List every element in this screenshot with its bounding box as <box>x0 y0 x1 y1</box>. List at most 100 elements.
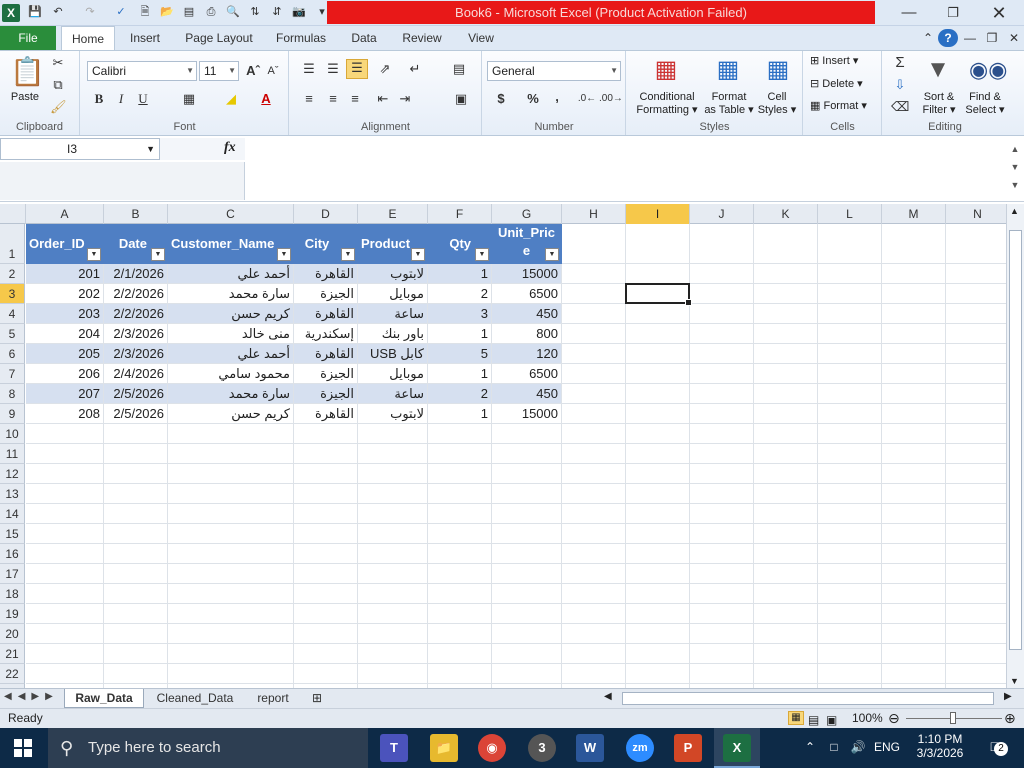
cell[interactable] <box>492 624 562 644</box>
table-cell[interactable]: لابتوب <box>358 404 428 424</box>
grow-font-icon[interactable]: Aˆ <box>245 63 261 79</box>
shrink-font-icon[interactable]: Aˇ <box>265 63 281 79</box>
cell[interactable] <box>104 424 168 444</box>
cell[interactable] <box>26 604 104 624</box>
column-header-g[interactable]: G <box>492 204 562 224</box>
cell[interactable] <box>168 644 294 664</box>
table-cell[interactable]: 15000 <box>492 264 562 284</box>
table-cell[interactable]: لابتوب <box>358 264 428 284</box>
cell[interactable] <box>562 584 626 604</box>
redo-icon[interactable]: ↷ <box>82 4 98 20</box>
row-header-10[interactable]: 10 <box>0 424 25 444</box>
table-cell[interactable]: القاهرة <box>294 264 358 284</box>
cell[interactable] <box>882 504 946 524</box>
cell[interactable] <box>626 384 690 404</box>
cell[interactable] <box>358 664 428 684</box>
cell[interactable] <box>818 604 882 624</box>
cell[interactable] <box>104 644 168 664</box>
delete-cells-button[interactable]: ⊟ Delete ▾ <box>810 78 878 91</box>
cell[interactable] <box>690 564 754 584</box>
filter-dropdown-icon[interactable]: ▼ <box>277 248 291 261</box>
cell[interactable] <box>690 344 754 364</box>
cell[interactable] <box>946 484 1006 504</box>
table-cell[interactable]: محمود سامي <box>168 364 294 384</box>
table-cell[interactable]: الجيزة <box>294 284 358 304</box>
wrap-icon[interactable]: ▤ <box>450 61 468 77</box>
cell[interactable] <box>754 544 818 564</box>
binoculars-icon[interactable]: ◉◉ <box>969 55 1007 85</box>
cell[interactable] <box>882 324 946 344</box>
table-cell[interactable]: موبايل <box>358 364 428 384</box>
cell[interactable] <box>818 544 882 564</box>
cell[interactable] <box>626 444 690 464</box>
cell[interactable] <box>690 544 754 564</box>
cell[interactable] <box>882 644 946 664</box>
table-cell[interactable]: الجيزة <box>294 384 358 404</box>
sort-ascending-icon[interactable]: ⇅ <box>247 4 263 20</box>
table-cell[interactable]: 1 <box>428 324 492 344</box>
row-header-7[interactable]: 7 <box>0 364 25 384</box>
tab-home[interactable]: Home <box>61 26 115 50</box>
table-cell[interactable]: 201 <box>26 264 104 284</box>
new-document-icon[interactable]: 🗎 <box>137 4 153 20</box>
tab-review[interactable]: Review <box>398 26 446 50</box>
file-explorer-icon[interactable]: 📁 <box>430 734 458 762</box>
table-cell[interactable]: 2/5/2026 <box>104 404 168 424</box>
cell[interactable] <box>428 604 492 624</box>
cell[interactable] <box>946 224 1006 264</box>
cell[interactable] <box>294 504 358 524</box>
cell[interactable] <box>626 324 690 344</box>
conditional-formatting-icon[interactable]: ▦ <box>651 55 681 85</box>
cell[interactable] <box>562 304 626 324</box>
align-right-icon[interactable]: ≡ <box>346 91 364 107</box>
cell[interactable] <box>294 644 358 664</box>
tab-file[interactable]: File <box>0 26 56 50</box>
table-cell[interactable]: 1 <box>428 364 492 384</box>
cell[interactable] <box>562 224 626 264</box>
cell[interactable] <box>428 444 492 464</box>
cell[interactable] <box>882 344 946 364</box>
cell[interactable] <box>168 504 294 524</box>
cell[interactable] <box>946 544 1006 564</box>
column-header-l[interactable]: L <box>818 204 882 224</box>
cell[interactable] <box>562 504 626 524</box>
cell[interactable] <box>562 364 626 384</box>
cell[interactable] <box>104 624 168 644</box>
filter-dropdown-icon[interactable]: ▼ <box>151 248 165 261</box>
cell[interactable] <box>882 664 946 684</box>
cell[interactable] <box>26 664 104 684</box>
column-header-j[interactable]: J <box>690 204 754 224</box>
table-cell[interactable]: 2/2/2026 <box>104 284 168 304</box>
cell[interactable] <box>754 484 818 504</box>
tab-data[interactable]: Data <box>346 26 382 50</box>
cell[interactable] <box>428 524 492 544</box>
cell[interactable] <box>358 444 428 464</box>
cell[interactable] <box>946 644 1006 664</box>
tab-view[interactable]: View <box>462 26 500 50</box>
cell[interactable] <box>690 424 754 444</box>
percent-button[interactable]: % <box>525 91 541 107</box>
zoom-out-icon[interactable]: ⊖ <box>888 709 900 727</box>
table-cell[interactable]: 5 <box>428 344 492 364</box>
cell[interactable] <box>690 484 754 504</box>
table-cell[interactable]: 2/3/2026 <box>104 344 168 364</box>
cell[interactable] <box>104 444 168 464</box>
cell[interactable] <box>754 304 818 324</box>
cell[interactable] <box>754 384 818 404</box>
teams-icon[interactable]: T <box>380 734 408 762</box>
cell[interactable] <box>626 344 690 364</box>
cell[interactable] <box>562 484 626 504</box>
page-break-view-icon[interactable]: ▣ <box>826 711 837 729</box>
cell[interactable] <box>690 324 754 344</box>
cell[interactable] <box>882 444 946 464</box>
table-cell[interactable]: إسكندرية <box>294 324 358 344</box>
cell[interactable] <box>562 344 626 364</box>
language-indicator[interactable]: ENG <box>872 740 902 754</box>
cell[interactable] <box>358 544 428 564</box>
cell[interactable] <box>946 524 1006 544</box>
cell[interactable] <box>26 504 104 524</box>
cell[interactable] <box>492 484 562 504</box>
cell[interactable] <box>168 444 294 464</box>
cell[interactable] <box>428 464 492 484</box>
cell[interactable] <box>690 664 754 684</box>
